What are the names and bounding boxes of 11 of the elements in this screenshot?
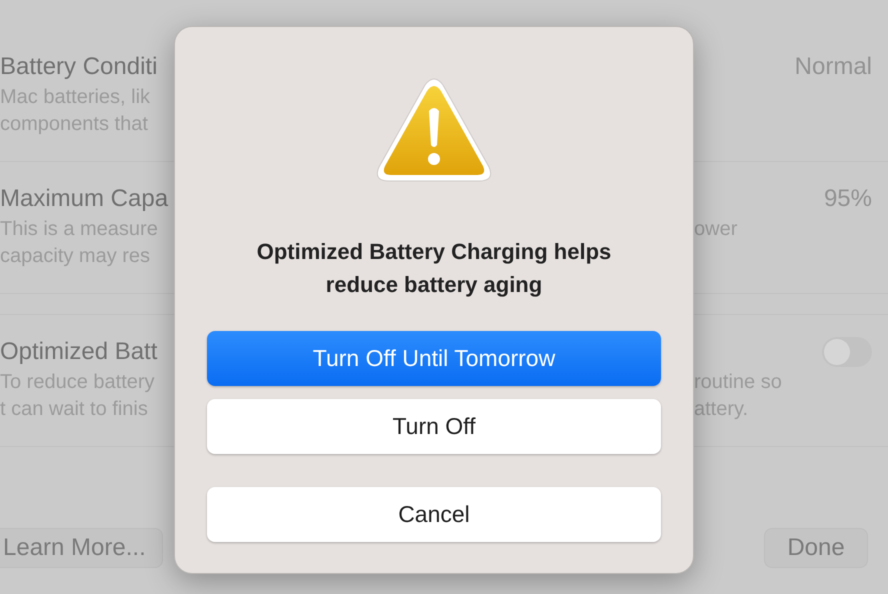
dialog-title: Optimized Battery Charging helps reduce battery aging xyxy=(256,238,612,299)
dialog-button[interactable]: Cancel xyxy=(207,487,661,542)
dialog-button[interactable]: Turn Off Until Tomorrow xyxy=(207,331,661,386)
learn-more-button[interactable]: Learn More... xyxy=(0,528,163,568)
setting-title: Maximum Capa xyxy=(0,184,170,214)
dialog-button[interactable]: Turn Off xyxy=(207,399,661,454)
setting-title: Battery Conditi xyxy=(0,52,158,82)
setting-value: 95% xyxy=(824,184,872,214)
setting-value: Normal xyxy=(794,52,872,82)
setting-title: Optimized Batt xyxy=(0,337,158,367)
done-button[interactable]: Done xyxy=(764,528,868,568)
